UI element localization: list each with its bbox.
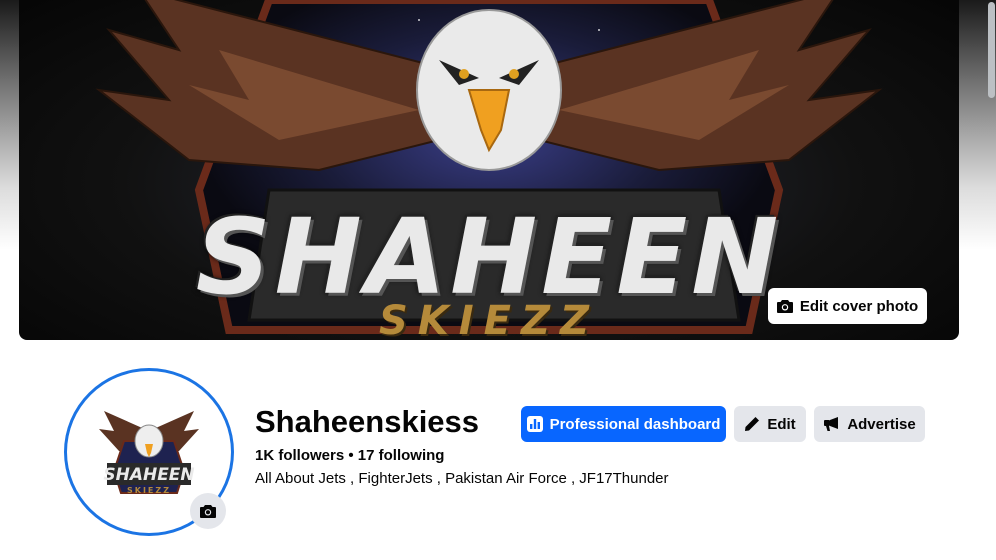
profile-name: Shaheenskiess [255,404,480,439]
camera-icon [776,300,793,313]
megaphone-icon [824,416,839,431]
update-profile-picture-button[interactable] [190,493,226,529]
pencil-icon [745,417,760,431]
edit-profile-button[interactable]: Edit [734,406,806,442]
advertise-button[interactable]: Advertise [814,406,925,442]
dashboard-chart-icon [526,416,543,432]
advertise-label: Advertise [847,415,916,433]
professional-dashboard-button[interactable]: Professional dashboard [521,406,726,442]
page-scrollbar[interactable] [986,0,996,560]
profile-bio: All About Jets , FighterJets , Pakistan … [255,470,669,487]
scrollbar-thumb[interactable] [988,2,995,98]
avatar-title-text: SHAHEEN [103,465,194,485]
edit-cover-photo-button[interactable]: Edit cover photo [768,288,927,324]
edit-cover-photo-label: Edit cover photo [799,297,919,315]
edit-profile-label: Edit [767,415,796,433]
professional-dashboard-label: Professional dashboard [549,415,721,433]
avatar-subtitle-text: SKIEZZ [127,486,171,495]
camera-icon [200,505,216,518]
follower-stats[interactable]: 1K followers • 17 following [255,447,444,464]
avatar-logo: SHAHEEN SKIEZZ [99,411,199,495]
